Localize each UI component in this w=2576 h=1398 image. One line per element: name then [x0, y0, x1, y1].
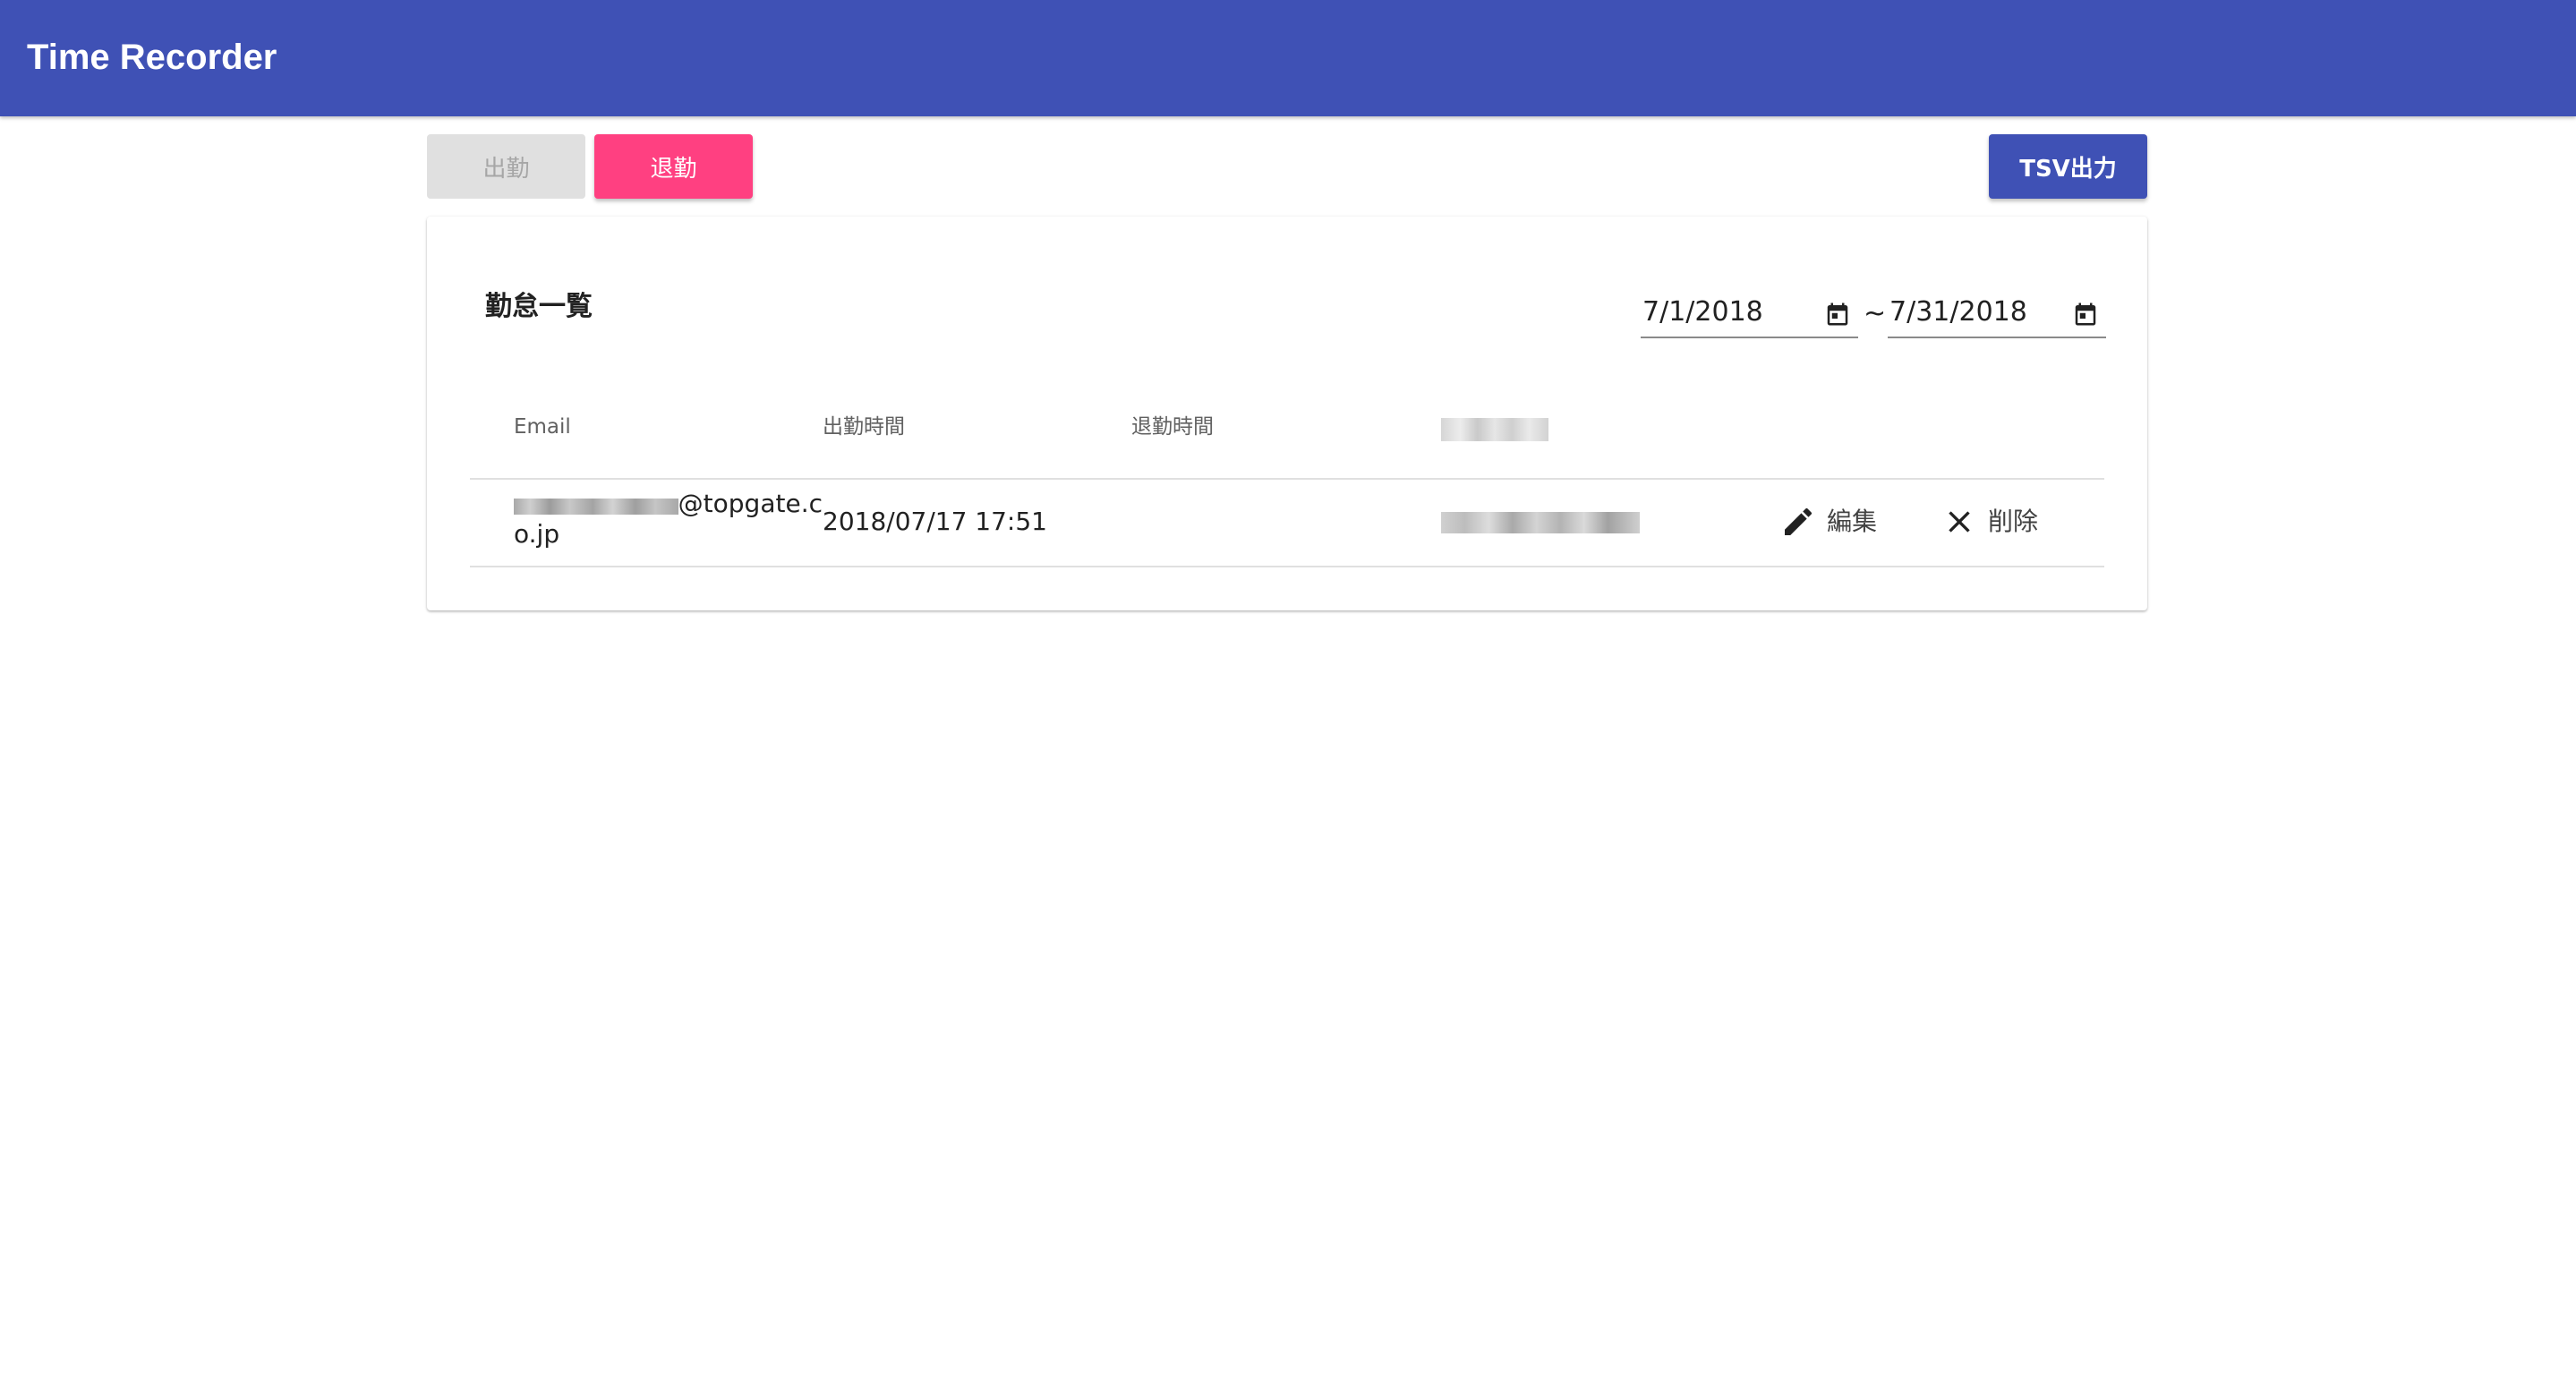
redacted-cell: [1441, 512, 1640, 533]
card-title: 勤怠一覧: [485, 291, 593, 322]
delete-button[interactable]: 削除: [1941, 501, 2038, 542]
calendar-icon[interactable]: [2072, 301, 2099, 328]
column-header-redacted: [1441, 418, 1548, 441]
edit-button[interactable]: 編集: [1780, 501, 1877, 542]
app-bar: Time Recorder: [0, 0, 2576, 116]
date-to-value: 7/31/2018: [1889, 296, 2027, 328]
email-redacted: [514, 499, 678, 515]
close-icon: [1949, 511, 1970, 533]
column-header-clock-in: 出勤時間: [823, 415, 905, 439]
email-cell: @topgate.c o.jp: [514, 489, 823, 550]
date-from-field[interactable]: 7/1/2018: [1641, 288, 1858, 338]
pencil-icon: [1785, 507, 1813, 535]
date-separator: ~: [1864, 298, 1887, 329]
header-divider: [470, 478, 2104, 480]
date-from-value: 7/1/2018: [1642, 296, 1763, 328]
edit-label: 編集: [1827, 507, 1878, 536]
calendar-icon[interactable]: [1824, 301, 1851, 328]
delete-label: 削除: [1988, 507, 2039, 536]
email-tail: o.jp: [514, 519, 560, 549]
column-header-email: Email: [514, 415, 571, 439]
clock-out-button[interactable]: 退勤: [594, 134, 753, 199]
email-domain: @topgate.c: [678, 489, 823, 518]
attendance-card: 勤怠一覧 7/1/2018 ~ 7/31/2018 Email 出勤時間 退勤時…: [427, 217, 2147, 610]
date-to-field[interactable]: 7/31/2018: [1888, 288, 2106, 338]
clock-in-cell: 2018/07/17 17:51: [823, 507, 1047, 536]
tsv-export-button[interactable]: TSV出力: [1989, 134, 2147, 199]
clock-in-button[interactable]: 出勤: [427, 134, 585, 199]
column-header-clock-out: 退勤時間: [1131, 415, 1214, 439]
app-title: Time Recorder: [27, 38, 277, 77]
row-divider: [470, 566, 2104, 567]
